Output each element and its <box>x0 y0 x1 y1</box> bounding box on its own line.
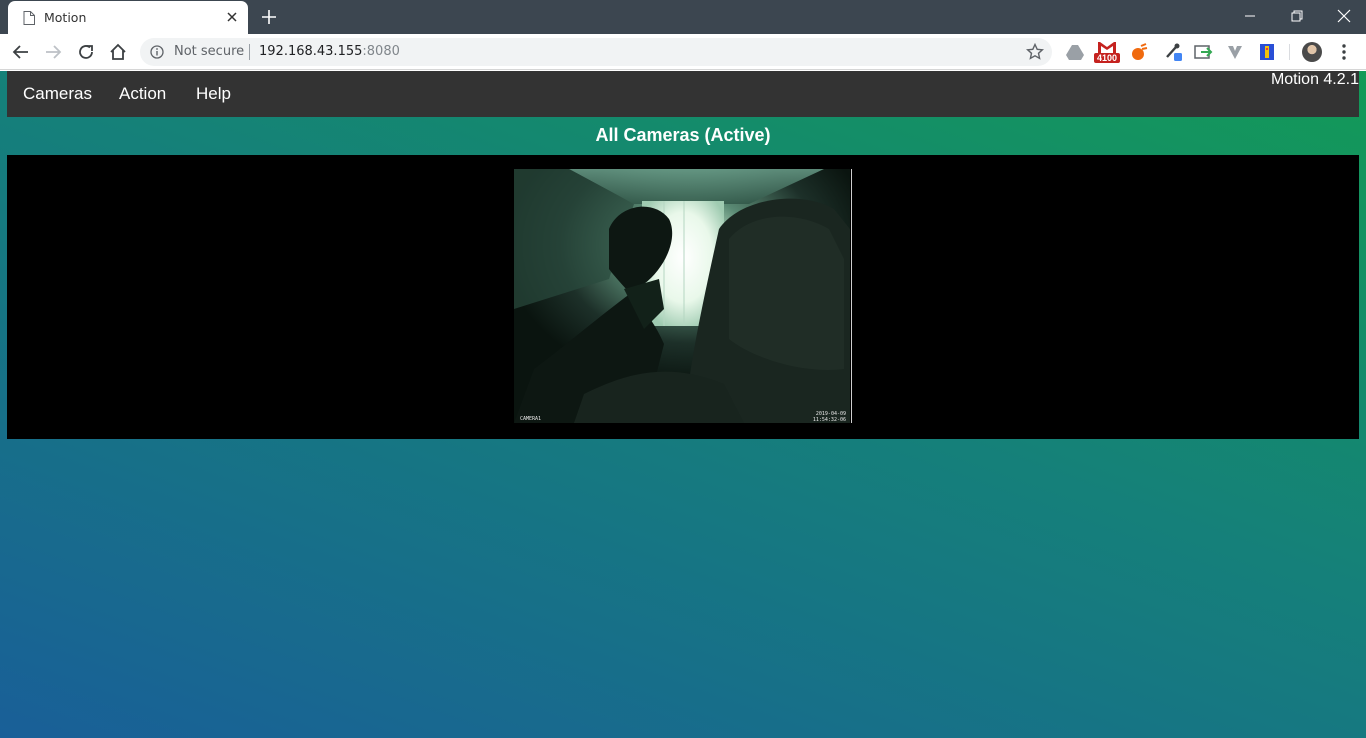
page-icon <box>23 11 35 25</box>
osd-time: 11:54:32-06 <box>812 417 846 423</box>
camera-panel: CAMERA1 2019-04-09 11:54:32-06 <box>7 155 1359 439</box>
app-version: Motion 4.2.1 <box>1270 71 1359 88</box>
blue-extension-icon[interactable] <box>1257 42 1277 62</box>
info-icon[interactable] <box>150 45 164 59</box>
page-title: All Cameras (Active) <box>595 125 771 145</box>
app-navbar: Cameras Action Help <box>7 71 1359 117</box>
vimium-extension-icon[interactable] <box>1225 42 1245 62</box>
menu-action[interactable]: Action <box>119 84 166 104</box>
eyedropper-extension-icon[interactable] <box>1164 42 1184 62</box>
camera-feed[interactable]: CAMERA1 2019-04-09 11:54:32-06 <box>514 169 850 423</box>
profile-avatar[interactable] <box>1302 42 1322 62</box>
browser-tab[interactable]: Motion <box>8 1 248 34</box>
reload-icon[interactable] <box>76 42 96 62</box>
orange-extension-icon[interactable] <box>1129 42 1149 62</box>
new-tab-icon[interactable] <box>260 8 278 26</box>
gmail-extension-icon[interactable]: 4100 <box>1094 41 1120 63</box>
browser-toolbar: Not secure 192.168.43.155:8080 4100 <box>0 34 1366 70</box>
forward-icon[interactable] <box>43 42 63 62</box>
omnibox-divider <box>249 44 250 60</box>
back-icon[interactable] <box>11 42 31 62</box>
menu-cameras[interactable]: Cameras <box>23 84 92 104</box>
feed-divider <box>851 169 852 423</box>
security-label: Not secure <box>174 44 245 59</box>
address-bar[interactable]: Not secure 192.168.43.155:8080 <box>140 38 1052 66</box>
restore-icon[interactable] <box>1287 6 1307 26</box>
menu-help[interactable]: Help <box>196 84 231 104</box>
osd-camera-label: CAMERA1 <box>520 416 542 422</box>
home-icon[interactable] <box>108 42 128 62</box>
screenshot-extension-icon[interactable] <box>1193 42 1213 62</box>
url-port: :8080 <box>362 44 400 59</box>
page-content: Cameras Action Help Motion 4.2.1 All Cam… <box>0 71 1366 738</box>
url-host: 192.168.43.155 <box>259 44 363 59</box>
tab-title: Motion <box>44 10 87 25</box>
bookmark-star-icon[interactable] <box>1026 43 1044 61</box>
gmail-unread-badge: 4100 <box>1094 53 1120 63</box>
url-text[interactable]: 192.168.43.155:8080 <box>259 44 400 59</box>
tab-close-icon[interactable] <box>225 10 239 24</box>
close-window-icon[interactable] <box>1334 6 1354 26</box>
browser-menu-icon[interactable] <box>1334 42 1354 62</box>
camera-stream-image <box>514 169 850 423</box>
minimize-icon[interactable] <box>1240 6 1260 26</box>
browser-tabstrip: Motion <box>0 0 1366 34</box>
drive-extension-icon[interactable] <box>1065 42 1085 62</box>
toolbar-divider <box>1289 44 1290 60</box>
